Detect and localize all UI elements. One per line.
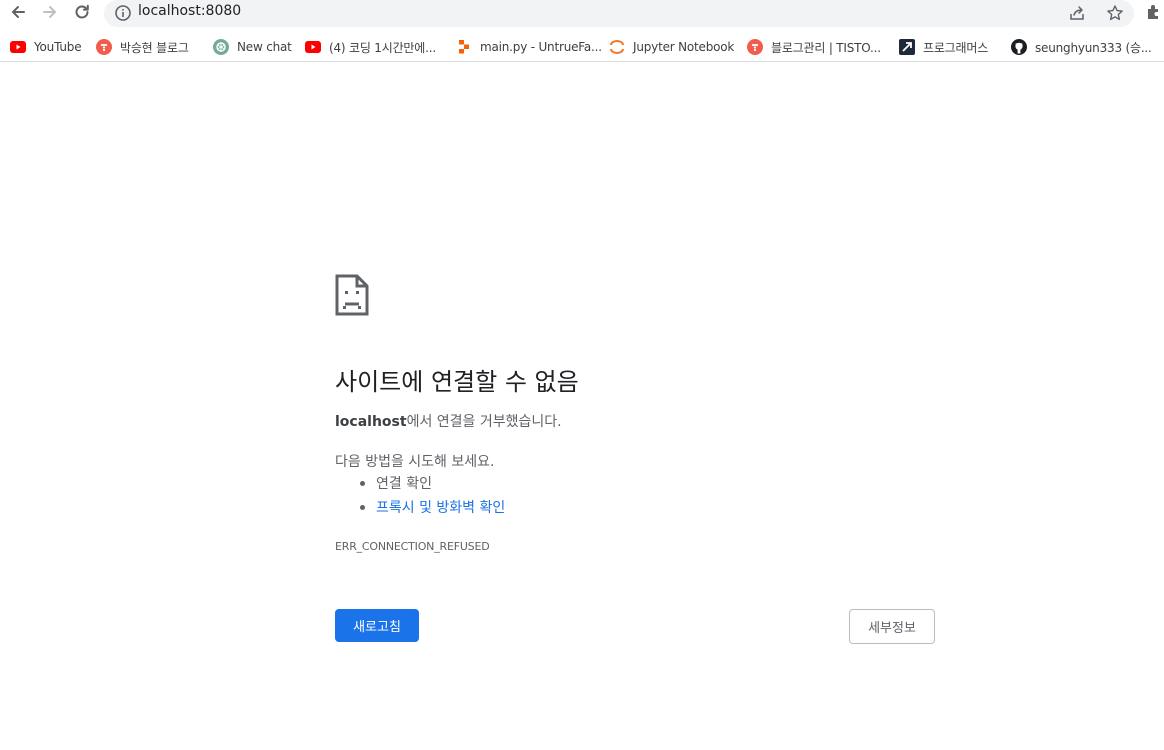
error-description: localhost에서 연결을 거부했습니다.: [335, 411, 562, 431]
share-icon[interactable]: [1068, 4, 1086, 22]
suggestion-check-connection: 연결 확인: [358, 473, 505, 497]
arrow-left-icon: [12, 6, 25, 18]
bookmark-blog-admin[interactable]: 블로그관리 | TISTO...: [747, 37, 881, 57]
back-button[interactable]: [6, 1, 30, 23]
bookmark-programmers[interactable]: 프로그래머스: [899, 37, 988, 57]
bookmark-label: main.py - UntrueFa...: [480, 40, 602, 54]
bookmark-label: 블로그관리 | TISTO...: [771, 40, 881, 55]
forward-button[interactable]: [38, 1, 62, 23]
tistory-icon: [96, 39, 112, 55]
bookmark-label: Jupyter Notebook: [633, 40, 735, 54]
bookmark-youtube[interactable]: YouTube: [10, 37, 82, 57]
bookmark-new-chat[interactable]: New chat: [213, 37, 292, 57]
browser-toolbar: localhost:8080: [0, 0, 1164, 30]
info-icon[interactable]: [114, 4, 132, 22]
bookmark-jupyter[interactable]: Jupyter Notebook: [609, 37, 734, 57]
arrow-right-icon: [43, 6, 56, 18]
star-icon[interactable]: [1106, 4, 1124, 22]
url-text[interactable]: localhost:8080: [138, 3, 241, 19]
bookmark-label: 박승현 블로그: [120, 40, 189, 55]
reload-icon: [75, 4, 89, 19]
bookmark-coding-video[interactable]: (4) 코딩 1시간만에...: [305, 37, 436, 57]
suggestions-intro: 다음 방법을 시도해 보세요.: [335, 454, 495, 470]
extensions-puzzle-icon[interactable]: [1145, 3, 1163, 21]
page-title: 사이트에 연결할 수 없음: [335, 368, 579, 396]
bookmark-label: 프로그래머스: [923, 40, 989, 55]
youtube-icon: [10, 39, 26, 55]
programmers-icon: [899, 39, 915, 55]
proxy-firewall-link[interactable]: 프록시 및 방화벽 확인: [376, 500, 505, 516]
address-bar[interactable]: localhost:8080: [104, 0, 1134, 27]
bookmarks-bar: YouTube 박승현 블로그 New chat (4) 코딩 1시간만에...…: [0, 32, 1164, 62]
reload-toolbar-button[interactable]: [70, 1, 94, 23]
suggestions-list: 연결 확인 프록시 및 방화벽 확인: [358, 473, 505, 521]
details-button[interactable]: 세부정보: [849, 609, 935, 644]
jupyter-icon: [609, 39, 625, 55]
error-code: ERR_CONNECTION_REFUSED: [335, 540, 490, 553]
bookmark-label: New chat: [237, 40, 292, 54]
bookmark-label: YouTube: [34, 40, 82, 54]
bookmark-replit[interactable]: main.py - UntrueFa...: [456, 37, 602, 57]
error-host: localhost: [335, 414, 407, 430]
sad-page-icon: [335, 274, 369, 316]
error-message: 에서 연결을 거부했습니다.: [406, 414, 562, 430]
bookmark-label: (4) 코딩 1시간만에...: [329, 40, 436, 55]
bookmark-blog[interactable]: 박승현 블로그: [96, 37, 189, 57]
github-icon: [1011, 39, 1027, 55]
tistory-icon: [747, 39, 763, 55]
youtube-icon: [305, 39, 321, 55]
bookmark-github[interactable]: seunghyun333 (승...: [1011, 37, 1152, 57]
chatgpt-icon: [213, 39, 229, 55]
suggestion-check-proxy-firewall: 프록시 및 방화벽 확인: [358, 497, 505, 521]
reload-button[interactable]: 새로고침: [335, 609, 419, 642]
replit-icon: [456, 39, 472, 55]
bookmark-label: seunghyun333 (승...: [1035, 40, 1152, 55]
